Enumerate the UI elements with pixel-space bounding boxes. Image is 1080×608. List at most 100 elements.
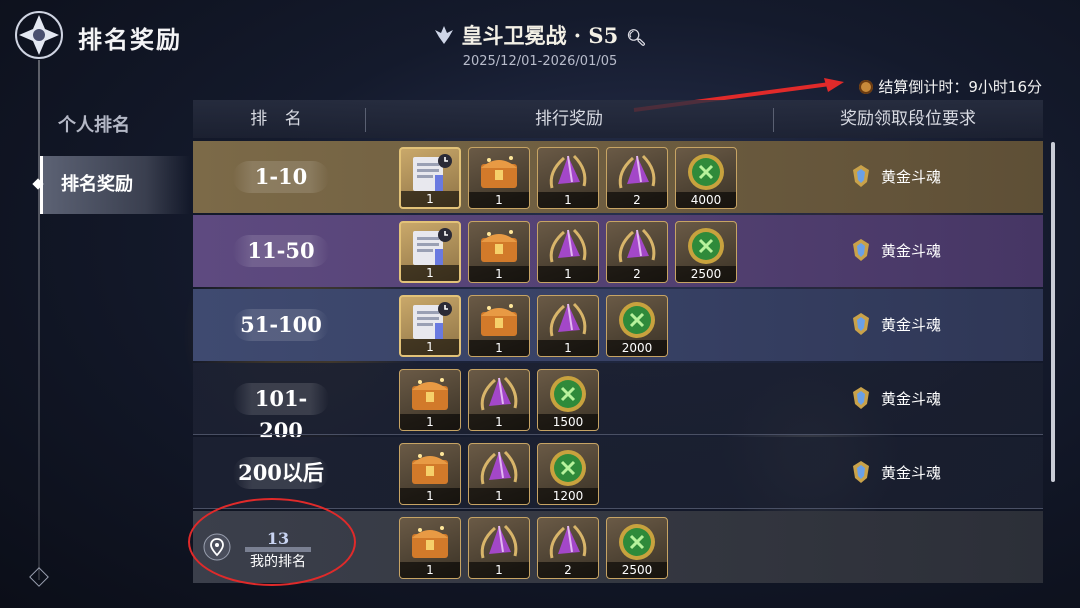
reward-item-green-coin[interactable]: 2500 bbox=[675, 221, 737, 283]
reward-quantity: 1 bbox=[538, 266, 598, 282]
season-title: 皇斗卫冕战 · S5 🔍︎ bbox=[0, 20, 1080, 50]
purple-crystal-icon bbox=[618, 228, 656, 263]
green-coin-icon bbox=[619, 302, 655, 338]
rank-requirement: 黄金斗魂 bbox=[851, 459, 941, 487]
column-header-requirement: 奖励领取段位要求 bbox=[840, 109, 976, 129]
reward-item-card[interactable]: 1 bbox=[399, 295, 461, 357]
reward-quantity: 1 bbox=[469, 340, 529, 356]
reward-item-chest[interactable]: 1 bbox=[468, 295, 530, 357]
reward-quantity: 1 bbox=[400, 488, 460, 504]
purple-crystal-icon bbox=[549, 154, 587, 189]
season-date: 2025/12/01-2026/01/05 bbox=[462, 54, 618, 69]
requirement-label: 黄金斗魂 bbox=[881, 242, 942, 260]
requirement-label: 黄金斗魂 bbox=[881, 316, 942, 334]
green-coin-icon bbox=[688, 154, 724, 190]
card-icon bbox=[413, 228, 452, 265]
reward-item-chest[interactable]: 1 bbox=[468, 221, 530, 283]
reward-item-card[interactable]: 1 bbox=[399, 221, 461, 283]
reward-quantity: 1 bbox=[401, 191, 459, 207]
reward-quantity: 1 bbox=[401, 265, 459, 281]
reward-item-purple-crystal[interactable]: 2 bbox=[606, 147, 668, 209]
season-title-text: 皇斗卫冕战 · S5 bbox=[461, 23, 619, 48]
search-icon[interactable]: 🔍︎ bbox=[626, 28, 646, 47]
gold-rank-badge-icon bbox=[853, 165, 869, 187]
reward-item-purple-crystal[interactable]: 1 bbox=[537, 147, 599, 209]
rank-requirement: 黄金斗魂 bbox=[851, 311, 941, 339]
card-icon bbox=[413, 302, 452, 339]
reward-quantity: 1 bbox=[469, 562, 529, 578]
reward-item-green-coin[interactable]: 4000 bbox=[675, 147, 737, 209]
reward-quantity: 1500 bbox=[538, 414, 598, 430]
table-row[interactable]: 101-200 1 1 1500 黄金斗魂 bbox=[193, 363, 1043, 443]
scrollbar[interactable] bbox=[1051, 142, 1055, 482]
clock-icon bbox=[859, 80, 874, 94]
purple-crystal-icon bbox=[480, 376, 518, 411]
column-header-rewards: 排行奖励 bbox=[535, 109, 603, 129]
gold-rank-badge-icon bbox=[853, 313, 869, 335]
reward-item-green-coin[interactable]: 1500 bbox=[537, 369, 599, 431]
reward-item-chest[interactable]: 1 bbox=[399, 517, 461, 579]
table-row[interactable]: 200以后 1 1 1200 黄金斗魂 bbox=[193, 437, 1043, 509]
reward-item-purple-crystal[interactable]: 1 bbox=[537, 221, 599, 283]
gold-rank-badge-icon bbox=[853, 387, 869, 409]
season-emblem-icon bbox=[435, 26, 454, 44]
rank-range: 200以后 bbox=[233, 457, 329, 489]
reward-quantity: 1 bbox=[469, 192, 529, 208]
table-header: 排 名 排行奖励 奖励领取段位要求 bbox=[193, 100, 1043, 138]
card-icon bbox=[413, 154, 452, 191]
reward-item-purple-crystal[interactable]: 2 bbox=[606, 221, 668, 283]
reward-quantity: 1200 bbox=[538, 488, 598, 504]
reward-item-chest[interactable]: 1 bbox=[399, 443, 461, 505]
reward-item-purple-crystal[interactable]: 1 bbox=[468, 369, 530, 431]
reward-quantity: 2000 bbox=[607, 340, 667, 356]
reward-item-purple-crystal[interactable]: 1 bbox=[468, 517, 530, 579]
chest-icon bbox=[412, 452, 448, 484]
countdown-text: 结算倒计时：9小时16分 bbox=[878, 78, 1042, 96]
reward-item-card[interactable]: 1 bbox=[399, 147, 461, 209]
reward-quantity: 2 bbox=[607, 266, 667, 282]
rank-range: 101-200 bbox=[233, 383, 329, 443]
purple-crystal-icon bbox=[480, 524, 518, 559]
settlement-countdown: 结算倒计时：9小时16分 bbox=[859, 76, 1042, 97]
purple-crystal-icon bbox=[549, 228, 587, 263]
table-row[interactable]: 1-10 1 1 1 2 4000 黄金斗魂 bbox=[193, 141, 1043, 213]
requirement-label: 黄金斗魂 bbox=[881, 168, 942, 186]
reward-quantity: 1 bbox=[469, 414, 529, 430]
reward-quantity: 1 bbox=[401, 339, 459, 355]
reward-item-purple-crystal[interactable]: 2 bbox=[537, 517, 599, 579]
reward-item-chest[interactable]: 1 bbox=[399, 369, 461, 431]
reward-item-purple-crystal[interactable]: 1 bbox=[468, 443, 530, 505]
rank-range: 1-10 bbox=[233, 161, 329, 193]
table-row[interactable]: 11-50 1 1 1 2 2500 黄金斗魂 bbox=[193, 215, 1043, 287]
rank-requirement: 黄金斗魂 bbox=[851, 385, 941, 413]
green-coin-icon bbox=[619, 524, 655, 560]
column-header-rank: 排 名 bbox=[250, 109, 308, 129]
reward-item-chest[interactable]: 1 bbox=[468, 147, 530, 209]
rank-requirement: 黄金斗魂 bbox=[851, 163, 941, 191]
gold-rank-badge-icon bbox=[853, 461, 869, 483]
chest-icon bbox=[481, 156, 517, 188]
reward-item-purple-crystal[interactable]: 1 bbox=[537, 295, 599, 357]
chest-icon bbox=[412, 526, 448, 558]
reward-quantity: 2 bbox=[538, 562, 598, 578]
reward-quantity: 1 bbox=[400, 414, 460, 430]
rank-range: 51-100 bbox=[233, 309, 329, 341]
rank-range: 11-50 bbox=[233, 235, 329, 267]
reward-item-green-coin[interactable]: 1200 bbox=[537, 443, 599, 505]
purple-crystal-icon bbox=[549, 302, 587, 337]
sidebar-item-personal-rank[interactable]: 个人排名 bbox=[40, 98, 190, 154]
rank-requirement: 黄金斗魂 bbox=[851, 237, 941, 265]
sidebar-item-label: 个人排名 bbox=[58, 115, 130, 136]
reward-item-green-coin[interactable]: 2000 bbox=[606, 295, 668, 357]
chest-icon bbox=[481, 230, 517, 262]
annotation-circle bbox=[188, 498, 356, 586]
row-divider bbox=[193, 434, 1043, 435]
green-coin-icon bbox=[550, 376, 586, 412]
reward-quantity: 1 bbox=[400, 562, 460, 578]
chest-icon bbox=[481, 304, 517, 336]
reward-quantity: 4000 bbox=[676, 192, 736, 208]
table-row[interactable]: 51-100 1 1 1 2000 黄金斗魂 bbox=[193, 289, 1043, 361]
reward-item-green-coin[interactable]: 2500 bbox=[606, 517, 668, 579]
purple-crystal-icon bbox=[618, 154, 656, 189]
sidebar-item-rank-rewards[interactable]: 排名奖励 bbox=[32, 156, 190, 214]
